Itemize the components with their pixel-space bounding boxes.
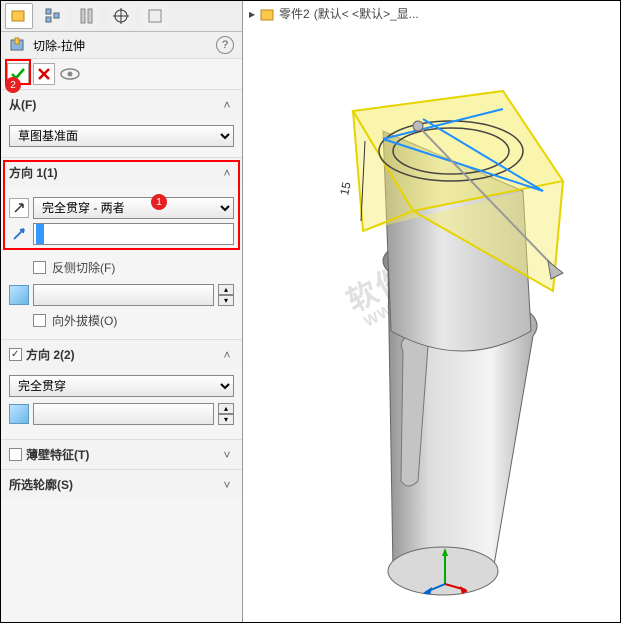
reverse-icon: [12, 201, 26, 215]
dir2-depth-input[interactable]: [33, 403, 214, 425]
draft-label: 向外拔模(O): [52, 312, 117, 329]
spinner-down[interactable]: ▾: [218, 295, 234, 306]
ok-button[interactable]: [7, 63, 29, 85]
contours-label: 所选轮廓(S): [9, 476, 73, 493]
close-icon: [37, 67, 51, 81]
section-dir2-header[interactable]: 方向 2(2) ˄: [1, 340, 242, 369]
preview-icon[interactable]: [59, 65, 81, 83]
cut-extrude-icon: [9, 36, 27, 54]
section-thin: 薄壁特征(T) ˅: [1, 439, 242, 469]
config-icon: [78, 7, 96, 25]
dir1-depth-input[interactable]: [33, 284, 214, 306]
chevron-up-icon: ˄: [220, 348, 234, 362]
draft-icon[interactable]: [9, 285, 29, 305]
feature-title: 切除-拉伸: [33, 37, 85, 54]
prop-tab[interactable]: [107, 3, 135, 29]
draft-out-check[interactable]: 向外拔模(O): [33, 312, 234, 329]
section-contours-header[interactable]: 所选轮廓(S) ˅: [1, 470, 242, 499]
model-3d: 15: [243, 11, 621, 621]
spinner-up[interactable]: ▴: [218, 284, 234, 295]
tree-tab[interactable]: [39, 3, 67, 29]
graphics-viewport[interactable]: ▸ 零件2 (默认< <默认>_显... 软件自学网 WWW.RJZXW.COM: [243, 1, 620, 622]
target-icon: [112, 7, 130, 25]
spinner-up-2[interactable]: ▴: [218, 403, 234, 414]
input-selection: [36, 224, 44, 244]
dir1-endcond-select[interactable]: 完全贯穿 - 两者: [33, 197, 234, 219]
section-dir1: 方向 1(1) ˄ 完全贯穿 - 两者 1: [1, 157, 242, 339]
sheet-icon: [146, 7, 164, 25]
section-dir2: 方向 2(2) ˄ 完全贯穿 ▴ ▾: [1, 339, 242, 439]
action-row: 2: [1, 59, 242, 89]
chevron-up-icon: ˄: [220, 98, 234, 112]
chevron-down-icon: ˅: [220, 478, 234, 492]
check-icon: [10, 66, 26, 82]
dir-vector-icon[interactable]: [9, 227, 29, 241]
flipside-check[interactable]: 反侧切除(F): [33, 259, 234, 276]
draft-icon-2[interactable]: [9, 404, 29, 424]
thin-enable-check[interactable]: [9, 448, 22, 461]
cancel-button[interactable]: [33, 63, 55, 85]
tree-icon: [44, 7, 62, 25]
panel-tabbar: [1, 1, 242, 32]
from-label: 从(F): [9, 96, 36, 113]
feature-titlebar: 切除-拉伸 ?: [1, 32, 242, 59]
dir2-endcond-select[interactable]: 完全贯穿: [9, 375, 234, 397]
config-tab[interactable]: [73, 3, 101, 29]
checkbox-icon: [33, 314, 46, 327]
checkbox-icon: [33, 261, 46, 274]
dir1-label: 方向 1(1): [9, 164, 58, 181]
dim-text: 15: [337, 180, 354, 196]
from-plane-select[interactable]: 草图基准面: [9, 125, 234, 147]
section-thin-header[interactable]: 薄壁特征(T) ˅: [1, 440, 242, 469]
thin-label: 薄壁特征(T): [26, 446, 89, 463]
chevron-down-icon: ˅: [220, 448, 234, 462]
misc-tab[interactable]: [141, 3, 169, 29]
help-button[interactable]: ?: [216, 36, 234, 54]
property-panel: 切除-拉伸 ? 2 从(F) ˄ 草图基准面: [1, 1, 243, 622]
view-triad[interactable]: [420, 544, 470, 594]
chevron-up-icon: ˄: [220, 166, 234, 180]
dir2-enable-check[interactable]: [9, 348, 22, 361]
section-dir1-header[interactable]: 方向 1(1) ˄: [1, 158, 242, 187]
section-contours: 所选轮廓(S) ˅: [1, 469, 242, 499]
flipside-label: 反侧切除(F): [52, 259, 115, 276]
spinner-down-2[interactable]: ▾: [218, 414, 234, 425]
feature-icon: [10, 7, 28, 25]
section-from-header[interactable]: 从(F) ˄: [1, 90, 242, 119]
reverse-dir-button[interactable]: [9, 198, 29, 218]
section-from: 从(F) ˄ 草图基准面: [1, 89, 242, 157]
dir1-vector-input[interactable]: [33, 223, 234, 245]
feature-tab[interactable]: [5, 3, 33, 29]
dir2-label: 方向 2(2): [26, 346, 75, 363]
